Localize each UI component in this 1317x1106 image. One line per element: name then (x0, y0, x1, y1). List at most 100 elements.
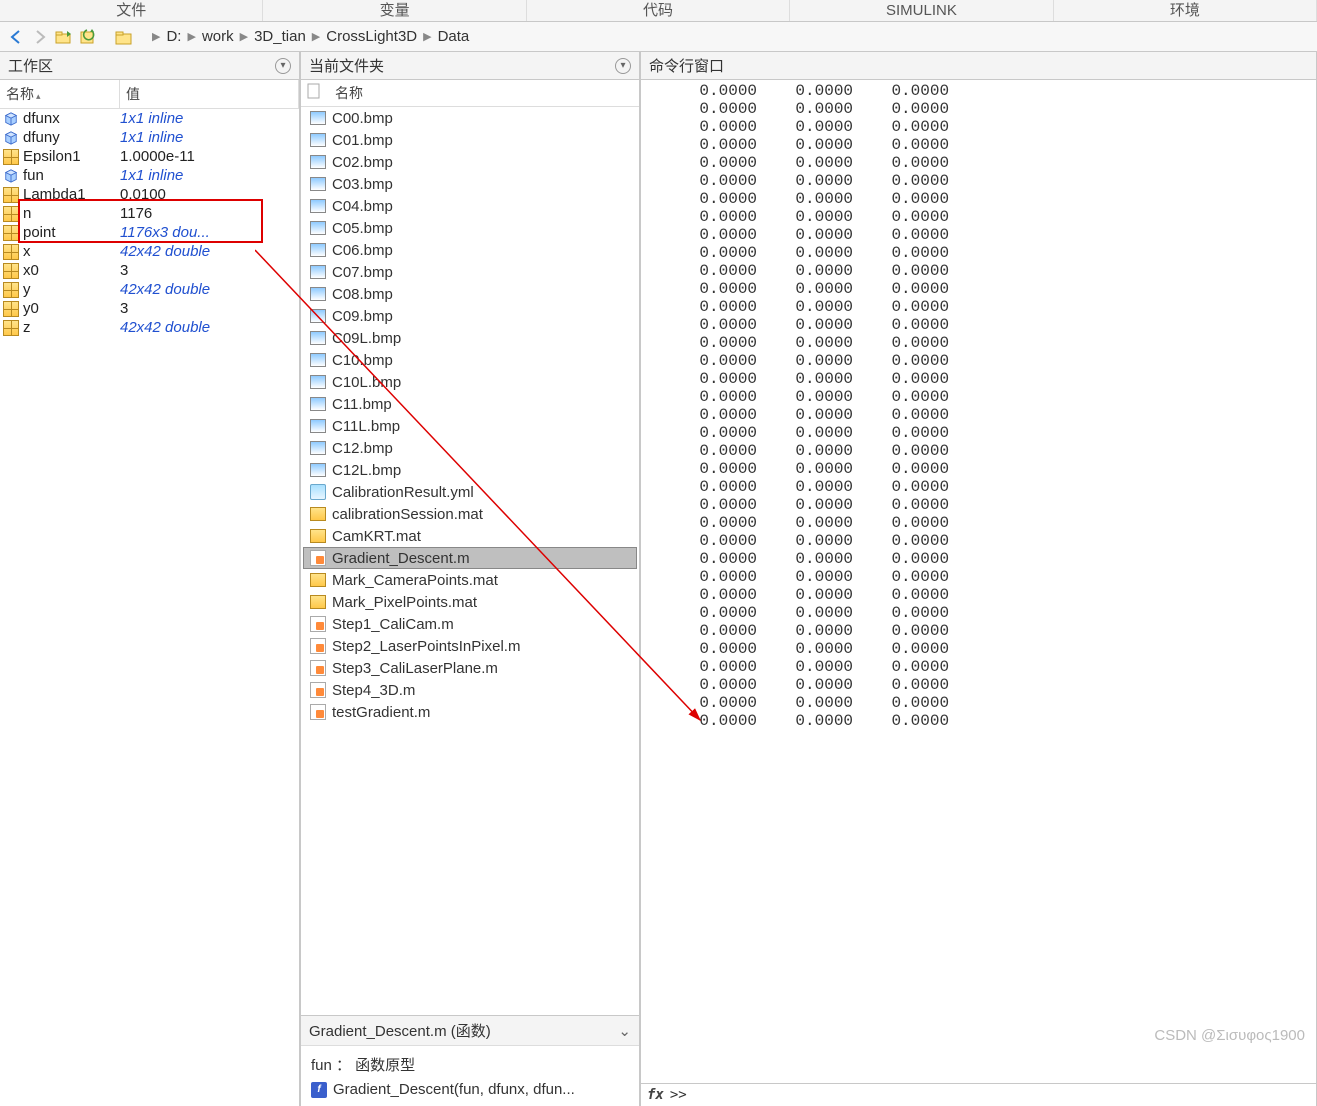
details-collapse-icon[interactable]: ⌄ (618, 1022, 631, 1040)
folder-menu-button[interactable]: ▾ (615, 58, 631, 74)
workspace-row[interactable]: Epsilon11.0000e-11 (0, 147, 299, 166)
workspace-row[interactable]: n1176 (0, 204, 299, 223)
tab-environment[interactable]: 环境 (1054, 0, 1317, 21)
var-name: dfuny (23, 129, 120, 146)
file-icon (308, 417, 328, 435)
file-row[interactable]: C05.bmp (303, 217, 637, 239)
file-name: Mark_PixelPoints.mat (332, 594, 477, 611)
file-name: C11.bmp (332, 396, 392, 413)
workspace-row[interactable]: z42x42 double (0, 318, 299, 337)
file-row[interactable]: C02.bmp (303, 151, 637, 173)
crumb-4[interactable]: Data (438, 28, 470, 45)
workspace-row[interactable]: dfunx1x1 inline (0, 109, 299, 128)
refresh-button[interactable] (77, 26, 99, 48)
file-row[interactable]: Gradient_Descent.m (303, 547, 637, 569)
file-row[interactable]: CamKRT.mat (303, 525, 637, 547)
file-row[interactable]: C00.bmp (303, 107, 637, 129)
file-row[interactable]: C04.bmp (303, 195, 637, 217)
tab-variable[interactable]: 变量 (263, 0, 526, 21)
var-value: 42x42 double (120, 243, 297, 260)
workspace-row[interactable]: point1176x3 dou... (0, 223, 299, 242)
file-icon (308, 571, 328, 589)
var-name: Lambda1 (23, 186, 120, 203)
workspace-row[interactable]: y42x42 double (0, 280, 299, 299)
file-icon (308, 329, 328, 347)
folder-col-name[interactable]: 名称 (335, 83, 363, 103)
workspace-row[interactable]: y03 (0, 299, 299, 318)
ws-col-name[interactable]: 名称 (6, 86, 34, 102)
file-row[interactable]: C12L.bmp (303, 459, 637, 481)
crumb-drive[interactable]: D: (166, 28, 181, 45)
file-icon (308, 307, 328, 325)
file-icon (308, 285, 328, 303)
command-window-panel: 命令行窗口 0.0000 0.0000 0.0000 0.0000 0.0000… (640, 52, 1317, 1106)
file-row[interactable]: Step4_3D.m (303, 679, 637, 701)
ws-col-value[interactable]: 值 (126, 86, 140, 102)
file-row[interactable]: C09.bmp (303, 305, 637, 327)
workspace-list[interactable]: dfunx1x1 inlinedfuny1x1 inlineEpsilon11.… (0, 109, 299, 1106)
file-row[interactable]: C11.bmp (303, 393, 637, 415)
breadcrumb[interactable]: ▶D: ▶work ▶3D_tian ▶CrossLight3D ▶Data (146, 28, 469, 45)
file-row[interactable]: C06.bmp (303, 239, 637, 261)
file-row[interactable]: Mark_PixelPoints.mat (303, 591, 637, 613)
file-row[interactable]: calibrationSession.mat (303, 503, 637, 525)
var-value: 1x1 inline (120, 110, 297, 127)
file-row[interactable]: testGradient.m (303, 701, 637, 723)
file-row[interactable]: C12.bmp (303, 437, 637, 459)
file-icon (308, 131, 328, 149)
workspace-title: 工作区 (8, 55, 53, 76)
tab-code[interactable]: 代码 (527, 0, 790, 21)
workspace-row[interactable]: Lambda10.0100 (0, 185, 299, 204)
file-icon (308, 439, 328, 457)
back-button[interactable] (5, 26, 27, 48)
file-name: C10L.bmp (332, 374, 401, 391)
crumb-1[interactable]: work (202, 28, 234, 45)
file-row[interactable]: Mark_CameraPoints.mat (303, 569, 637, 591)
file-row[interactable]: C10L.bmp (303, 371, 637, 393)
file-name: C01.bmp (332, 132, 393, 149)
workspace-row[interactable]: x42x42 double (0, 242, 299, 261)
file-icon (308, 175, 328, 193)
file-name: C12.bmp (332, 440, 393, 457)
file-list[interactable]: C00.bmp C01.bmp C02.bmpC03.bmpC04.bmpC05.b… (301, 107, 639, 1015)
file-row[interactable]: C11L.bmp (303, 415, 637, 437)
crumb-3[interactable]: CrossLight3D (326, 28, 417, 45)
file-icon (308, 263, 328, 281)
file-icon (308, 461, 328, 479)
workspace-row[interactable]: fun1x1 inline (0, 166, 299, 185)
var-value: 3 (120, 300, 297, 317)
tab-simulink[interactable]: SIMULINK (790, 0, 1053, 21)
crumb-2[interactable]: 3D_tian (254, 28, 306, 45)
file-row[interactable]: Step1_CaliCam.m (303, 613, 637, 635)
file-row[interactable]: C01.bmp (303, 129, 637, 151)
file-row[interactable]: C10.bmp (303, 349, 637, 371)
file-row[interactable]: C08.bmp (303, 283, 637, 305)
file-row[interactable]: C07.bmp (303, 261, 637, 283)
file-name: Gradient_Descent.m (332, 550, 470, 567)
forward-button[interactable] (29, 26, 51, 48)
file-row[interactable]: Step3_CaliLaserPlane.m (303, 657, 637, 679)
workspace-row[interactable]: x03 (0, 261, 299, 280)
file-name: calibrationSession.mat (332, 506, 483, 523)
var-value: 42x42 double (120, 281, 297, 298)
up-folder-button[interactable] (53, 26, 75, 48)
file-row[interactable]: Step2_LaserPointsInPixel.m (303, 635, 637, 657)
file-row[interactable]: C09L.bmp (303, 327, 637, 349)
tab-file[interactable]: 文件 (0, 0, 263, 21)
command-output[interactable]: 0.0000 0.0000 0.0000 0.0000 0.0000 0.000… (641, 80, 1316, 1083)
folder-root-icon[interactable] (113, 26, 135, 48)
file-icon (308, 241, 328, 259)
file-icon (308, 395, 328, 413)
workspace-row[interactable]: dfuny1x1 inline (0, 128, 299, 147)
file-name: C09L.bmp (332, 330, 401, 347)
var-value: 1176 (120, 205, 297, 222)
workspace-columns[interactable]: 名称▴ 值 (0, 80, 299, 109)
file-row[interactable]: C03.bmp (303, 173, 637, 195)
file-row[interactable]: CalibrationResult.yml (303, 481, 637, 503)
command-prompt[interactable]: fx >> (641, 1083, 1316, 1106)
file-name: Step2_LaserPointsInPixel.m (332, 638, 520, 655)
var-name: Epsilon1 (23, 148, 120, 165)
file-icon (308, 659, 328, 677)
folder-columns[interactable]: 名称 (301, 80, 639, 107)
workspace-menu-button[interactable]: ▾ (275, 58, 291, 74)
